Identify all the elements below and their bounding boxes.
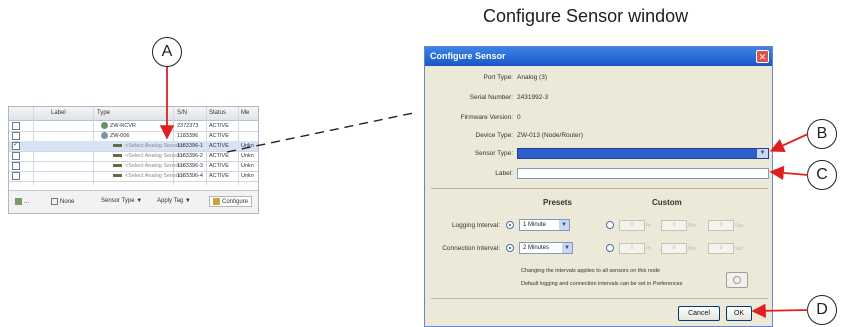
dashed-connector xyxy=(226,111,419,153)
annotation-overlay xyxy=(159,67,809,318)
arrow-b xyxy=(769,133,809,153)
arrow-d xyxy=(751,303,809,318)
arrow-c xyxy=(769,165,809,181)
